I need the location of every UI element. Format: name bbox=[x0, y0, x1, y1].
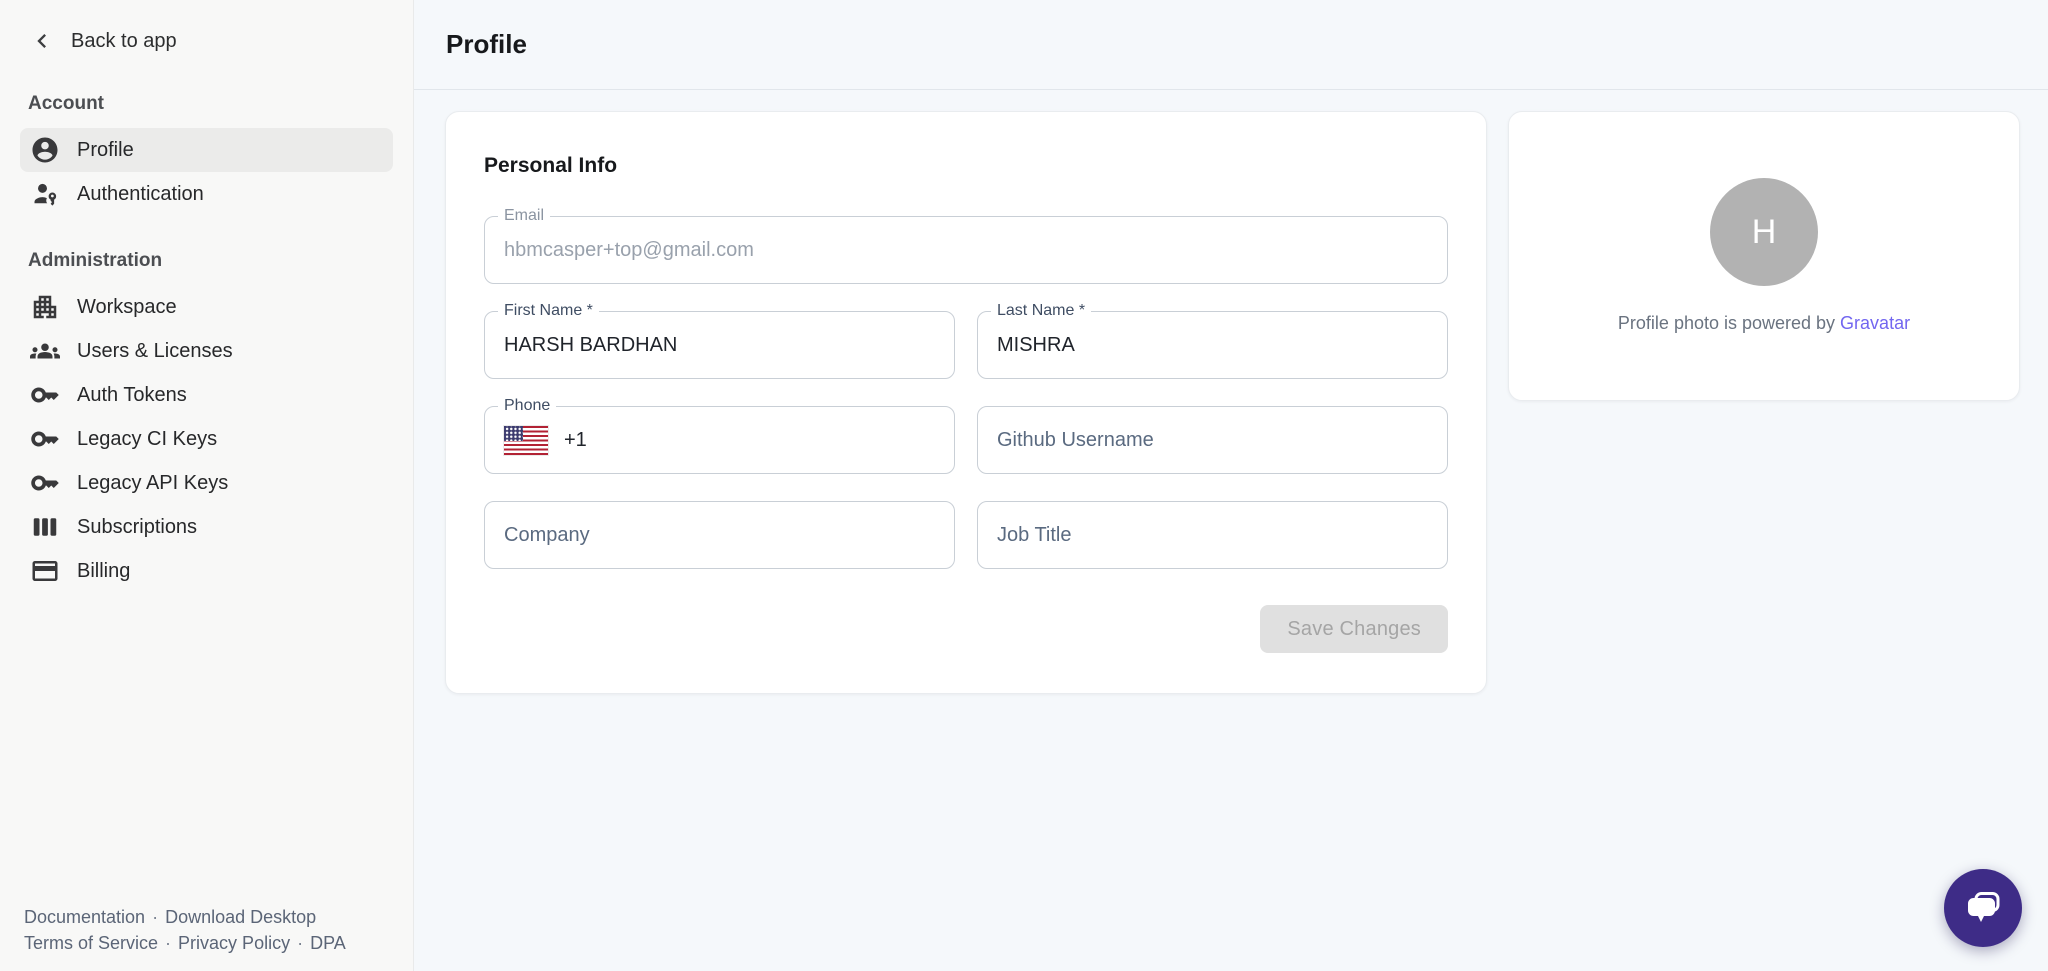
footer-row-1: Documentation · Download Desktop bbox=[24, 904, 346, 930]
groups-icon bbox=[30, 336, 60, 366]
email-field: Email bbox=[484, 216, 1448, 284]
sidebar-item-label: Profile bbox=[77, 139, 134, 162]
sidebar-item-authentication[interactable]: Authentication bbox=[20, 172, 393, 216]
phone-dial-code: +1 bbox=[564, 429, 587, 452]
gravatar-caption-text: Profile photo is powered by bbox=[1618, 313, 1835, 333]
footer-separator: · bbox=[165, 933, 171, 953]
main-content: Profile Personal Info Email First Name *… bbox=[414, 0, 2048, 971]
account-circle-icon bbox=[30, 135, 60, 165]
personal-info-card: Personal Info Email First Name * Last Na… bbox=[445, 111, 1487, 694]
footer-separator: · bbox=[152, 907, 158, 927]
footer-link-dpa[interactable]: DPA bbox=[310, 933, 346, 953]
footer-separator: · bbox=[297, 933, 303, 953]
sidebar-item-billing[interactable]: Billing bbox=[20, 549, 393, 593]
us-flag-icon[interactable] bbox=[504, 426, 548, 455]
sidebar-item-label: Workspace bbox=[77, 296, 177, 319]
sidebar-item-label: Authentication bbox=[77, 183, 204, 206]
last-name-input[interactable] bbox=[997, 334, 1428, 357]
columns-icon bbox=[30, 512, 60, 542]
phone-input[interactable] bbox=[597, 429, 935, 452]
sidebar-item-label: Auth Tokens bbox=[77, 384, 187, 407]
gravatar-link[interactable]: Gravatar bbox=[1840, 313, 1910, 333]
key-icon bbox=[30, 424, 60, 454]
personal-info-title: Personal Info bbox=[484, 154, 1448, 178]
chat-bubbles-icon bbox=[1961, 886, 2005, 930]
sidebar-item-legacy-api-keys[interactable]: Legacy API Keys bbox=[20, 461, 393, 505]
back-to-app-button[interactable]: Back to app bbox=[20, 0, 393, 81]
sidebar-item-label: Legacy CI Keys bbox=[77, 428, 217, 451]
sidebar-item-subscriptions[interactable]: Subscriptions bbox=[20, 505, 393, 549]
footer-link-documentation[interactable]: Documentation bbox=[24, 907, 145, 927]
first-name-field-label: First Name * bbox=[498, 302, 599, 320]
back-to-app-label: Back to app bbox=[71, 30, 177, 53]
footer-row-2: Terms of Service · Privacy Policy · DPA bbox=[24, 930, 346, 956]
gravatar-caption: Profile photo is powered byGravatar bbox=[1618, 313, 1910, 334]
section-title-account: Account bbox=[20, 81, 393, 128]
building-icon bbox=[30, 292, 60, 322]
credit-card-icon bbox=[30, 556, 60, 586]
phone-field: Phone +1 bbox=[484, 406, 955, 474]
job-title-field bbox=[977, 501, 1448, 569]
sidebar-item-label: Legacy API Keys bbox=[77, 472, 228, 495]
chat-launcher-button[interactable] bbox=[1944, 869, 2022, 947]
phone-field-label: Phone bbox=[498, 397, 556, 415]
sidebar-item-legacy-ci-keys[interactable]: Legacy CI Keys bbox=[20, 417, 393, 461]
first-name-input[interactable] bbox=[504, 334, 935, 357]
passkey-icon bbox=[30, 179, 60, 209]
first-name-field: First Name * bbox=[484, 311, 955, 379]
email-field-label: Email bbox=[498, 207, 550, 225]
page-title: Profile bbox=[446, 29, 527, 60]
last-name-field-label: Last Name * bbox=[991, 302, 1091, 320]
page-header: Profile bbox=[414, 0, 2048, 90]
footer-link-terms[interactable]: Terms of Service bbox=[24, 933, 158, 953]
last-name-field: Last Name * bbox=[977, 311, 1448, 379]
key-icon bbox=[30, 468, 60, 498]
footer-link-privacy[interactable]: Privacy Policy bbox=[178, 933, 290, 953]
key-icon bbox=[30, 380, 60, 410]
sidebar-item-label: Subscriptions bbox=[77, 516, 197, 539]
sidebar-item-auth-tokens[interactable]: Auth Tokens bbox=[20, 373, 393, 417]
sidebar-footer: Documentation · Download Desktop Terms of … bbox=[24, 904, 346, 956]
avatar: H bbox=[1710, 178, 1818, 286]
job-title-input[interactable] bbox=[997, 524, 1428, 547]
footer-link-download-desktop[interactable]: Download Desktop bbox=[165, 907, 316, 927]
company-field bbox=[484, 501, 955, 569]
email-input[interactable] bbox=[504, 239, 1428, 262]
sidebar-item-users-licenses[interactable]: Users & Licenses bbox=[20, 329, 393, 373]
github-username-input[interactable] bbox=[997, 429, 1428, 452]
section-title-administration: Administration bbox=[20, 238, 393, 285]
sidebar-item-workspace[interactable]: Workspace bbox=[20, 285, 393, 329]
sidebar-item-label: Users & Licenses bbox=[77, 340, 233, 363]
save-changes-button[interactable]: Save Changes bbox=[1260, 605, 1448, 653]
sidebar: Back to app Account Profile Authenticati… bbox=[0, 0, 414, 971]
gravatar-card: H Profile photo is powered byGravatar bbox=[1508, 111, 2020, 401]
chevron-left-icon bbox=[28, 27, 56, 55]
sidebar-item-label: Billing bbox=[77, 560, 130, 583]
sidebar-item-profile[interactable]: Profile bbox=[20, 128, 393, 172]
company-input[interactable] bbox=[504, 524, 935, 547]
github-username-field bbox=[977, 406, 1448, 474]
